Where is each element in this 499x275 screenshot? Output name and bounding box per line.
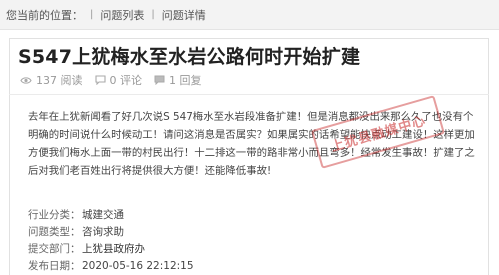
comments-label: 0 评论 xyxy=(109,74,143,87)
page-title: S547上犹梅水至水岩公路何时开始扩建 xyxy=(18,46,361,68)
replies-label: 1 回复 xyxy=(169,74,202,87)
breadcrumb-separator: | xyxy=(90,9,94,20)
detail-label: 行业分类： xyxy=(28,209,81,221)
eye-icon xyxy=(20,76,32,84)
breadcrumb: 您当前的位置： | 问题列表 | 问题详情 xyxy=(0,0,499,30)
detail-value: 城建交通 xyxy=(82,209,124,221)
reply-icon xyxy=(154,75,165,85)
views-count: 137 阅读 xyxy=(20,72,83,88)
replies-count: 1 回复 xyxy=(154,72,202,88)
detail-label: 问题类型： xyxy=(28,226,81,238)
detail-value: 上犹县政府办 xyxy=(82,243,145,255)
detail-row-industry: 行业分类： 城建交通 xyxy=(28,206,194,223)
detail-row-type: 问题类型： 咨询求助 xyxy=(28,223,194,240)
detail-value: 2020-05-16 22:12:15 xyxy=(82,259,194,272)
comment-icon xyxy=(94,75,106,85)
breadcrumb-item-question-list[interactable]: 问题列表 xyxy=(100,7,144,23)
breadcrumb-separator: | xyxy=(151,9,155,20)
detail-row-date: 发布日期： 2020-05-16 22:12:15 xyxy=(28,257,194,274)
breadcrumb-item-question-detail[interactable]: 问题详情 xyxy=(162,7,206,23)
divider xyxy=(9,94,489,95)
breadcrumb-prefix: 您当前的位置： xyxy=(6,8,83,22)
post-meta: 137 阅读 0 评论 1 回复 xyxy=(20,72,214,88)
detail-label: 发布日期： xyxy=(28,260,81,272)
detail-label: 提交部门： xyxy=(28,243,81,255)
comments-count: 0 评论 xyxy=(94,72,143,88)
views-label: 137 阅读 xyxy=(36,74,83,87)
detail-value: 咨询求助 xyxy=(82,226,124,238)
detail-row-department: 提交部门： 上犹县政府办 xyxy=(28,240,194,257)
question-details: 行业分类： 城建交通 问题类型： 咨询求助 提交部门： 上犹县政府办 发布日期：… xyxy=(28,206,194,274)
